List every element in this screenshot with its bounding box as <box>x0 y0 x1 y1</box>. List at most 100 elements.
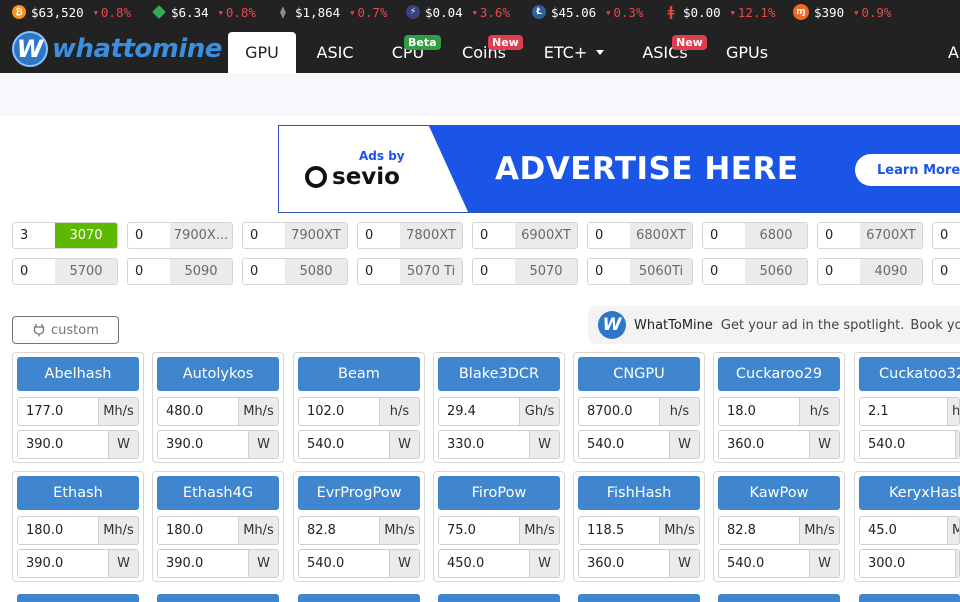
hashrate-input[interactable]: 180.0 <box>18 517 98 544</box>
gpu-count-input[interactable]: 0 <box>703 259 745 284</box>
power-input[interactable]: 390.0 <box>18 550 108 577</box>
power-field[interactable]: 300.0W <box>859 549 960 578</box>
gpu-label[interactable]: 6800XT <box>630 223 692 248</box>
gpu-selector[interactable]: 0 7800XT <box>357 222 463 249</box>
ticker-item-eth[interactable]: ⧫ $1,864 0.7% <box>276 0 387 24</box>
hashrate-input[interactable]: 2.1 <box>860 398 947 425</box>
power-field[interactable]: 450.0 W <box>438 549 560 578</box>
hashrate-field[interactable]: 2.1h/s <box>859 397 960 426</box>
gpu-count-input[interactable]: 0 <box>243 259 285 284</box>
gpu-label[interactable]: 5070 <box>515 259 577 284</box>
tab-gpus[interactable]: GPUs <box>716 32 778 73</box>
spotlight-cta[interactable]: Book yo <box>910 318 960 333</box>
hashrate-field[interactable]: 480.0 Mh/s <box>157 397 279 426</box>
tab-etc-dropdown[interactable]: ETC+ <box>536 32 612 73</box>
power-field[interactable]: 390.0 W <box>17 549 139 578</box>
gpu-selector[interactable]: 0 5060Ti <box>587 258 693 285</box>
ticker-item-rvn[interactable]: ⚡ $0.04 3.6% <box>406 0 510 24</box>
ticker-item-ltc[interactable]: Ł $45.06 0.3% <box>532 0 643 24</box>
gpu-count-input[interactable]: 0 <box>933 223 960 248</box>
tab-cpu[interactable]: CPU Beta <box>374 32 442 73</box>
ad-banner[interactable]: Ads by sevio ADVERTISE HERE Learn More <box>278 125 960 213</box>
power-input[interactable]: 390.0 <box>158 431 248 458</box>
tab-asic[interactable]: ASIC <box>302 32 368 73</box>
algo-toggle-button[interactable]: Cuckatoo32 <box>859 357 960 391</box>
gpu-label[interactable]: 7800XT <box>400 223 462 248</box>
algo-toggle-button[interactable]: KeryxHash <box>859 476 960 510</box>
gpu-label[interactable]: 5060 <box>745 259 807 284</box>
algo-toggle-button[interactable]: Cuckaroo29 <box>718 357 840 391</box>
power-input[interactable]: 540.0 <box>299 550 389 577</box>
power-input[interactable]: 540.0 <box>299 431 389 458</box>
gpu-label[interactable]: 4090 <box>860 259 922 284</box>
power-input[interactable]: 540.0 <box>579 431 669 458</box>
algo-card-stub[interactable] <box>298 594 420 602</box>
gpu-selector[interactable]: 0 5070 <box>472 258 578 285</box>
hashrate-field[interactable]: 75.0 Mh/s <box>438 516 560 545</box>
algo-toggle-button[interactable]: KawPow <box>718 476 840 510</box>
power-input[interactable]: 540.0 <box>860 431 955 458</box>
hashrate-field[interactable]: 18.0 h/s <box>718 397 840 426</box>
hashrate-field[interactable]: 177.0 Mh/s <box>17 397 139 426</box>
tab-asics[interactable]: ASICs New <box>634 32 707 73</box>
power-input[interactable]: 330.0 <box>439 431 529 458</box>
hashrate-field[interactable]: 118.5 Mh/s <box>578 516 700 545</box>
gpu-count-input[interactable]: 0 <box>473 223 515 248</box>
algo-toggle-button[interactable]: FiroPow <box>438 476 560 510</box>
hashrate-input[interactable]: 82.8 <box>719 517 799 544</box>
hashrate-input[interactable]: 75.0 <box>439 517 519 544</box>
hashrate-field[interactable]: 8700.0 h/s <box>578 397 700 426</box>
algo-toggle-button[interactable]: Ethash <box>17 476 139 510</box>
gpu-selector[interactable]: 0 6800XT <box>587 222 693 249</box>
gpu-count-input[interactable]: 0 <box>818 223 860 248</box>
gpu-selector[interactable]: 0 5090 <box>127 258 233 285</box>
hashrate-input[interactable]: 82.8 <box>299 517 379 544</box>
hashrate-field[interactable]: 82.8 Mh/s <box>718 516 840 545</box>
power-field[interactable]: 390.0 W <box>17 430 139 459</box>
hashrate-input[interactable]: 8700.0 <box>579 398 659 425</box>
hashrate-input[interactable]: 180.0 <box>158 517 238 544</box>
tab-coins[interactable]: Coins New <box>452 32 523 73</box>
hashrate-field[interactable]: 82.8 Mh/s <box>298 516 420 545</box>
hashrate-field[interactable]: 180.0 Mh/s <box>157 516 279 545</box>
power-input[interactable]: 390.0 <box>18 431 108 458</box>
power-field[interactable]: 360.0 W <box>578 549 700 578</box>
gpu-count-input[interactable]: 0 <box>358 259 400 284</box>
nav-overflow-item[interactable]: A <box>948 32 960 73</box>
gpu-count-input[interactable]: 0 <box>128 259 170 284</box>
gpu-selector[interactable]: 0 5080 <box>242 258 348 285</box>
gpu-selector[interactable]: 0 5700 <box>12 258 118 285</box>
power-field[interactable]: 540.0W <box>578 430 700 459</box>
ticker-item-btc[interactable]: ₿ $63,520 0.8% <box>12 0 131 24</box>
gpu-count-input[interactable]: 0 <box>818 259 860 284</box>
site-logo[interactable]: W whattomine <box>12 31 222 67</box>
custom-button[interactable]: custom <box>12 316 119 344</box>
gpu-label[interactable]: 5700 <box>55 259 117 284</box>
gpu-label[interactable]: 3070 <box>55 223 117 248</box>
gpu-count-input[interactable]: 3 <box>13 223 55 248</box>
gpu-count-input[interactable]: 0 <box>588 223 630 248</box>
power-input[interactable]: 390.0 <box>158 550 248 577</box>
gpu-label[interactable]: 5080 <box>285 259 347 284</box>
gpu-label[interactable]: 6800 <box>745 223 807 248</box>
gpu-count-input[interactable]: 0 <box>13 259 55 284</box>
algo-toggle-button[interactable]: EvrProgPow <box>298 476 420 510</box>
power-field[interactable]: 360.0 W <box>718 430 840 459</box>
algo-toggle-button[interactable]: Autolykos <box>157 357 279 391</box>
ticker-item-kas[interactable]: ǂ $0.00 12.1% <box>664 0 775 24</box>
algo-card-stub[interactable] <box>718 594 840 602</box>
hashrate-input[interactable]: 480.0 <box>158 398 238 425</box>
power-input[interactable]: 540.0 <box>719 550 809 577</box>
algo-card-stub[interactable] <box>578 594 700 602</box>
gpu-selector[interactable]: 0 5070 Ti <box>357 258 463 285</box>
hashrate-field[interactable]: 45.0Mh/s <box>859 516 960 545</box>
hashrate-field[interactable]: 180.0 Mh/s <box>17 516 139 545</box>
power-input[interactable]: 360.0 <box>579 550 669 577</box>
gpu-count-input[interactable]: 0 <box>473 259 515 284</box>
power-input[interactable]: 300.0 <box>860 550 955 577</box>
tab-gpu[interactable]: GPU <box>228 32 296 73</box>
gpu-count-input[interactable]: 0 <box>358 223 400 248</box>
gpu-selector[interactable]: 0 <box>932 222 960 249</box>
power-field[interactable]: 390.0 W <box>157 430 279 459</box>
gpu-count-input[interactable]: 0 <box>588 259 630 284</box>
